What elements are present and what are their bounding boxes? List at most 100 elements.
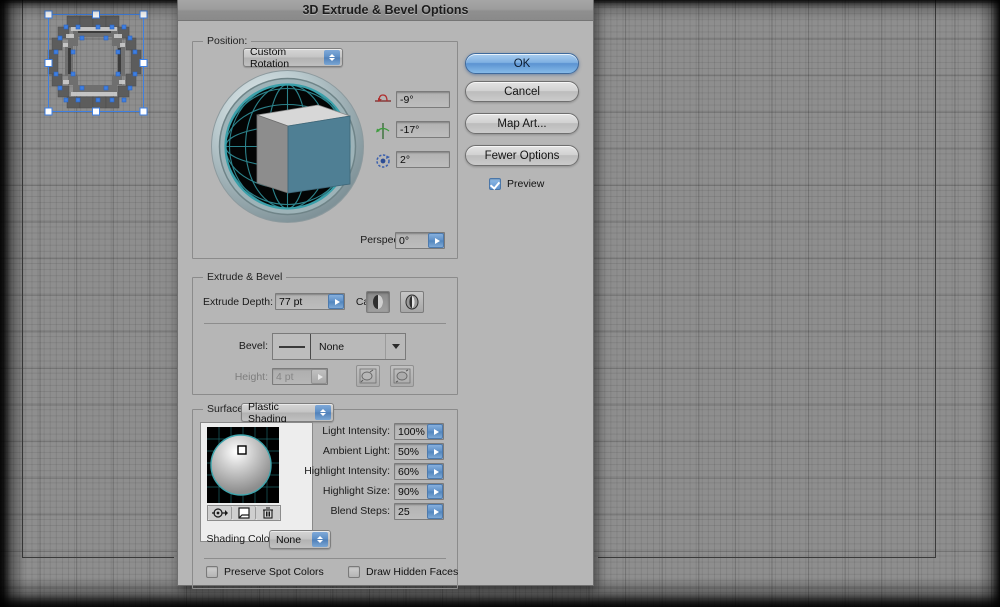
extrude-depth-field[interactable]: 77 pt: [275, 293, 345, 310]
position-preset-dropdown[interactable]: Custom Rotation: [243, 46, 343, 70]
fewer-options-button-label: Fewer Options: [484, 149, 560, 162]
highlight-intensity-field[interactable]: 60%: [394, 463, 444, 480]
map-art-button[interactable]: Map Art...: [465, 113, 579, 134]
bevel-extent-out-button[interactable]: [356, 365, 380, 387]
highlight-intensity-label: Highlight Intensity:: [304, 465, 390, 477]
cap-solid-button[interactable]: [366, 291, 390, 313]
rotation-z-value[interactable]: 2°: [400, 154, 410, 166]
preserve-spot-colors-label: Preserve Spot Colors: [224, 566, 324, 578]
artboard-edge-bottom-left: [22, 557, 174, 558]
updown-arrows-icon: [312, 532, 328, 547]
bevel-value: None: [319, 340, 345, 353]
move-light-back-button[interactable]: [208, 506, 232, 520]
cap-hollow-icon: [405, 294, 419, 310]
delete-light-icon: [263, 507, 273, 519]
bevel-height-field[interactable]: 4 pt: [272, 368, 328, 385]
draw-hidden-faces-label: Draw Hidden Faces: [366, 566, 459, 578]
bevel-extent-out-icon: [359, 368, 377, 384]
rotate-y-axis-icon: [376, 123, 390, 139]
illustrator-application-window: 3D Extrude & Bevel Options Position: Cus…: [0, 0, 1000, 607]
bevel-preview-swatch: [273, 334, 311, 359]
chevron-down-icon[interactable]: [385, 334, 405, 359]
bevel-label: Bevel:: [238, 340, 268, 352]
preserve-spot-colors-checkbox[interactable]: [206, 566, 218, 578]
highlight-intensity-stepper-icon[interactable]: [427, 464, 443, 479]
artboard-edge-bottom-right: [598, 557, 935, 558]
perspective-field[interactable]: 0°: [395, 232, 445, 249]
updown-arrows-icon: [315, 405, 331, 420]
ambient-light-value: 50%: [398, 445, 420, 458]
updown-arrows-icon: [324, 50, 340, 65]
preview-label: Preview: [507, 178, 545, 190]
blend-steps-label: Blend Steps:: [330, 505, 390, 517]
dialog-title-bar: 3D Extrude & Bevel Options: [178, 0, 593, 21]
bevel-height-value: 4 pt: [276, 370, 294, 383]
highlight-size-field[interactable]: 90%: [394, 483, 444, 500]
ambient-light-stepper-icon[interactable]: [427, 444, 443, 459]
ok-button-label: OK: [513, 57, 531, 70]
extrude-depth-label: Extrude Depth:: [202, 296, 273, 308]
light-preview-panel[interactable]: [200, 422, 313, 542]
extrude-bevel-group-label: Extrude & Bevel: [203, 271, 287, 283]
shading-color-value: None: [276, 533, 302, 546]
position-track-cube-widget[interactable]: [210, 69, 365, 224]
blend-steps-value: 25: [398, 505, 410, 518]
artboard-edge-left: [22, 0, 23, 558]
blend-steps-stepper-icon[interactable]: [427, 504, 443, 519]
light-intensity-label: Light Intensity:: [322, 425, 390, 437]
artwork-vector: [44, 10, 148, 116]
position-group-label: Position:: [203, 35, 252, 47]
dialog-title: 3D Extrude & Bevel Options: [302, 3, 469, 17]
extrude-depth-value: 77 pt: [279, 295, 303, 308]
bevel-extent-in-button[interactable]: [390, 365, 414, 387]
rotate-z-axis-icon: [376, 154, 390, 168]
light-intensity-stepper-icon[interactable]: [427, 424, 443, 439]
bevel-dropdown[interactable]: None: [272, 333, 406, 360]
perspective-value: 0°: [399, 234, 410, 247]
track-cube-svg: [211, 70, 364, 223]
bevel-height-label: Height:: [234, 371, 268, 383]
highlight-intensity-value: 60%: [398, 465, 420, 478]
shading-color-label: Shading Color:: [206, 533, 276, 545]
ambient-light-field[interactable]: 50%: [394, 443, 444, 460]
blend-steps-field[interactable]: 25: [394, 503, 444, 520]
cap-solid-icon: [373, 295, 383, 309]
3d-extrude-bevel-options-dialog: 3D Extrude & Bevel Options Position: Cus…: [177, 0, 594, 589]
new-light-button[interactable]: [232, 506, 256, 520]
move-light-back-icon: [211, 508, 228, 518]
highlight-size-value: 90%: [398, 485, 420, 498]
fewer-options-button[interactable]: Fewer Options: [465, 145, 579, 166]
ambient-light-label: Ambient Light:: [322, 445, 390, 457]
highlight-size-stepper-icon[interactable]: [427, 484, 443, 499]
light-intensity-field[interactable]: 100%: [394, 423, 444, 440]
preview-checkbox[interactable]: [489, 178, 501, 190]
cap-hollow-button[interactable]: [400, 291, 424, 313]
delete-light-button[interactable]: [256, 506, 280, 520]
highlight-size-label: Highlight Size:: [322, 485, 390, 497]
surface-shading-dropdown[interactable]: Plastic Shading: [241, 401, 334, 425]
surface-separator: [204, 558, 446, 559]
cancel-button[interactable]: Cancel: [465, 81, 579, 102]
extruded-o-shape: [47, 15, 142, 109]
preserve-spot-colors-row[interactable]: Preserve Spot Colors: [206, 566, 324, 578]
map-art-button-label: Map Art...: [497, 117, 547, 130]
rotation-y-value[interactable]: -17°: [400, 124, 419, 136]
rotation-x-value[interactable]: -9°: [400, 94, 414, 106]
light-sphere-preview[interactable]: [207, 427, 279, 503]
artboard-edge-right: [935, 0, 936, 558]
shading-color-dropdown[interactable]: None: [269, 530, 331, 549]
light-intensity-value: 100%: [398, 425, 425, 438]
draw-hidden-faces-checkbox[interactable]: [348, 566, 360, 578]
bevel-height-stepper-icon[interactable]: [311, 369, 327, 384]
bevel-extent-in-icon: [393, 368, 411, 384]
extrude-separator: [204, 323, 446, 324]
preview-row[interactable]: Preview: [489, 178, 544, 190]
cancel-button-label: Cancel: [504, 85, 540, 98]
draw-hidden-faces-row[interactable]: Draw Hidden Faces: [348, 566, 458, 578]
perspective-stepper-icon[interactable]: [428, 233, 444, 248]
track-cube: [256, 104, 351, 194]
light-position-handle: [237, 445, 247, 455]
ok-button[interactable]: OK: [465, 53, 579, 74]
selected-artwork-3d-letter-o[interactable]: [38, 8, 162, 126]
extrude-depth-stepper-icon[interactable]: [328, 294, 344, 309]
